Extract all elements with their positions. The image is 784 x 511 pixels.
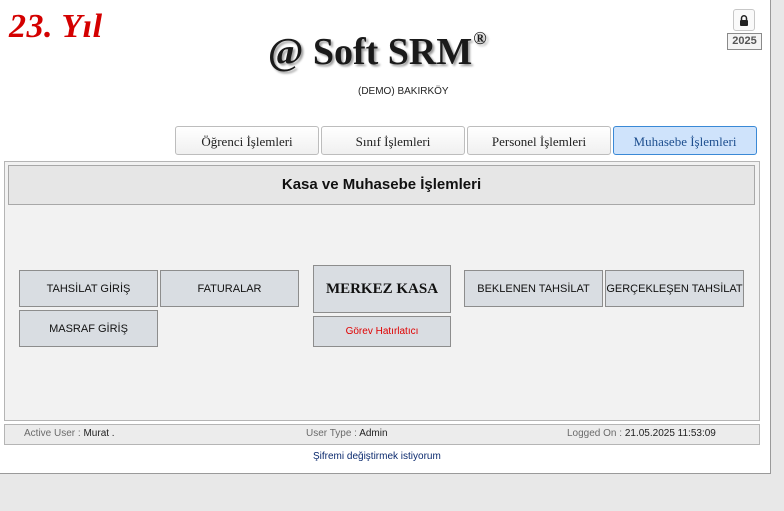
beklenen-tahsilat-button[interactable]: BEKLENEN TAHSİLAT [464,270,603,307]
gorev-hatirlatici-button[interactable]: Görev Hatırlatıcı [313,316,451,347]
anniversary-logo: 23. Yıl [9,8,103,45]
year-badge: 2025 [727,33,762,50]
user-type-label: User Type : [306,428,357,439]
user-type-value: Admin [359,428,388,439]
gerceklesen-tahsilat-button[interactable]: GERÇEKLEŞEN TAHSİLAT [605,270,744,307]
logged-on-status: Logged On : 21.05.2025 11:53:09 [567,428,716,439]
logged-on-value: 21.05.2025 11:53:09 [624,428,716,439]
tab-ogrenci-islemleri[interactable]: Öğrenci İşlemleri [175,126,319,155]
logged-on-label: Logged On : [567,428,623,439]
user-type-status: User Type : Admin [306,428,388,439]
app-window: 23. Yıl @ Soft SRM® (DEMO) BAKIRKÖY 2025… [0,0,771,474]
branch-label: (DEMO) BAKIRKÖY [358,86,449,97]
lock-icon [740,14,748,26]
active-user-value: Murat . [83,428,115,439]
brand-text: @ Soft SRM [268,31,473,73]
status-bar: Active User : Murat . User Type : Admin … [4,424,760,445]
tab-muhasebe-islemleri[interactable]: Muhasebe İşlemleri [613,126,757,155]
active-user-label: Active User : [24,428,81,439]
accounting-panel: Kasa ve Muhasebe İşlemleri TAHSİLAT GİRİ… [4,161,760,421]
lock-button[interactable] [733,9,755,31]
panel-title: Kasa ve Muhasebe İşlemleri [8,165,755,205]
change-password-link[interactable]: Şifremi değiştirmek istiyorum [313,451,441,462]
faturalar-button[interactable]: FATURALAR [160,270,299,307]
active-user-status: Active User : Murat . [24,428,115,439]
tab-personel-islemleri[interactable]: Personel İşlemleri [467,126,611,155]
masraf-giris-button[interactable]: MASRAF GİRİŞ [19,310,158,347]
registered-mark: ® [473,28,487,48]
merkez-kasa-button[interactable]: MERKEZ KASA [313,265,451,313]
tahsilat-giris-button[interactable]: TAHSİLAT GİRİŞ [19,270,158,307]
tab-sinif-islemleri[interactable]: Sınıf İşlemleri [321,126,465,155]
app-brand-title: @ Soft SRM® [268,28,487,74]
